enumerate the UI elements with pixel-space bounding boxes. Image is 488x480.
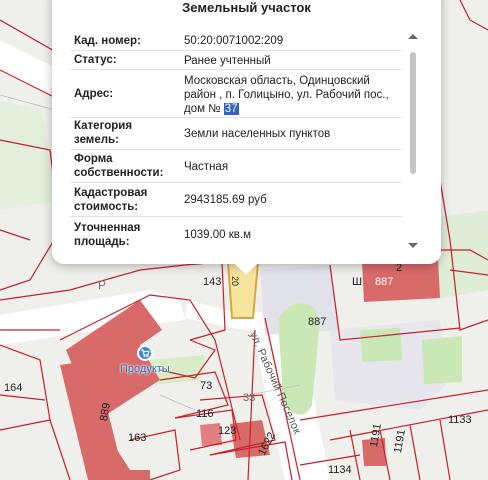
scroll-down-arrow-icon[interactable]: [408, 243, 418, 248]
parcel-number: 116: [196, 408, 214, 420]
parcel-info-table: Кад. номер: 50:20:0071002:209 Статус: Ра…: [70, 30, 402, 250]
info-row: Кад. номер: 50:20:0071002:209: [70, 30, 402, 51]
address-text: Московская область, Одинцовский район , …: [184, 75, 389, 115]
row-key: Адрес:: [74, 88, 114, 100]
row-key: Кадастровая стоимость:: [74, 187, 148, 213]
map-letter-label: Р: [98, 278, 107, 292]
info-row: Категория земель: Земли населенных пункт…: [70, 118, 402, 150]
parcel-number: 143: [203, 276, 222, 288]
map-letter-label: Ш: [352, 276, 363, 288]
row-key: Уточненная площадь:: [74, 222, 141, 248]
row-value[interactable]: Частная: [180, 150, 402, 182]
popup-scrollbar[interactable]: [410, 40, 416, 236]
parcel-number: 887: [375, 276, 394, 288]
parcel-number: 1134: [328, 464, 352, 476]
row-value[interactable]: Московская область, Одинцовский район , …: [180, 70, 402, 117]
row-key: Форма собственности:: [74, 153, 164, 179]
row-key: Категория земель:: [74, 120, 133, 146]
row-value[interactable]: Земли населенных пунктов: [180, 118, 402, 149]
row-value[interactable]: 50:20:0071002:209: [180, 30, 402, 50]
row-value[interactable]: Ранее учтенный: [180, 51, 402, 69]
selected-text: 37: [223, 103, 239, 115]
popup-title: Земельный участок: [182, 0, 311, 15]
row-key: Статус:: [74, 54, 117, 66]
info-row: Уточненная площадь: 1039.00 кв.м: [70, 217, 402, 250]
info-row: Адрес: Московская область, Одинцовский р…: [70, 70, 402, 118]
row-value[interactable]: 2943185.69 руб: [180, 183, 402, 216]
info-row: Кадастровая стоимость: 2943185.69 руб: [70, 183, 402, 217]
parcel-number: 33: [243, 392, 256, 404]
parcel-number: 1133: [448, 414, 472, 426]
info-row: Форма собственности: Частная: [70, 150, 402, 183]
scrollbar-thumb[interactable]: [410, 52, 416, 174]
popup-pointer: [233, 262, 259, 275]
scroll-up-arrow-icon[interactable]: [408, 34, 418, 39]
parcel-number: 164: [4, 382, 23, 394]
parcel-number: 887: [308, 316, 327, 328]
poi-marker[interactable]: Продукты: [120, 345, 170, 375]
row-key: Кад. номер:: [74, 35, 141, 47]
parcel-number: 20: [230, 276, 240, 287]
poi-label: Продукты: [120, 363, 170, 375]
cart-icon: [136, 345, 153, 361]
parcel-number: 123: [218, 425, 237, 437]
info-row: Статус: Ранее учтенный: [70, 51, 402, 70]
parcel-number: 73: [200, 380, 213, 392]
parcel-info-popup: Земельный участок Кад. номер: 50:20:0071…: [52, 0, 441, 264]
parcel-number: 163: [128, 432, 147, 444]
row-value[interactable]: 1039.00 кв.м: [180, 217, 402, 250]
